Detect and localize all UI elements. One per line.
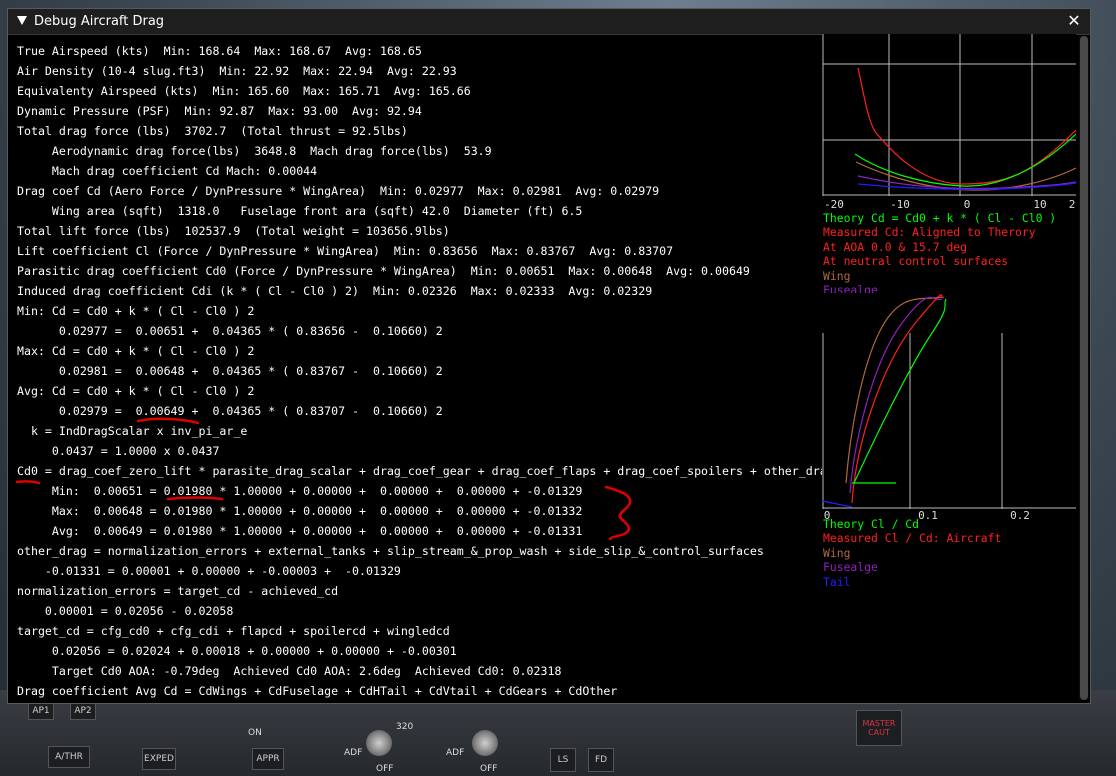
ap1-button[interactable]: AP1 [28,702,54,720]
debug-line: Dynamic Pressure (PSF) Min: 92.87 Max: 9… [17,104,422,118]
debug-line: Total drag force (lbs) 3702.7 (Total thr… [17,124,408,138]
x-tick-label: -10 [890,198,910,210]
debug-line: Max: 0.00648 = 0.01980 * 1.00000 + 0.000… [17,504,583,518]
debug-line: Lift coefficient Cl (Force / DynPressure… [17,244,674,258]
exped-button[interactable]: EXPED [142,748,176,770]
debug-line: Target Cd0 AOA: -0.79deg Achieved Cd0 AO… [17,664,562,678]
debug-line: Min: 0.00651 = 0.01980 * 1.00000 + 0.000… [17,484,583,498]
cd-plot-svg: -20 -10 0 10 2 [822,34,1077,211]
debug-line: Min: Cd = Cd0 + k * ( Cl - Cl0 ) 2 [17,304,255,318]
cockpit-label-off-2: OFF [480,764,498,774]
debug-line: Equivalenty Airspeed (kts) Min: 165.60 M… [17,84,471,98]
x-tick-label: 10 [1033,198,1046,210]
x-tick-label: 2 [1069,198,1076,210]
x-tick-label: 0.1 [918,509,938,519]
debug-line: Drag coefficient Avg Cd = CdWings + CdFu… [17,684,618,698]
debug-line: 0.0437 = 1.0000 x 0.0437 [17,444,220,458]
cockpit-label-on: ON [248,728,262,738]
x-tick-label: 0.2 [1010,509,1030,519]
appr-button[interactable]: APPR [252,748,284,770]
debug-line: Air Density (10-4 slug.ft3) Min: 22.92 M… [17,64,457,78]
x-tick-label: 0 [964,198,971,210]
close-icon[interactable]: ✕ [1066,13,1082,29]
fd-button[interactable]: FD [588,748,614,772]
cockpit-label-off-1: OFF [376,764,394,774]
x-tick-label: -20 [824,198,844,210]
athr-button[interactable]: A/THR [48,746,90,768]
debug-line: 0.00001 = 0.02056 - 0.02058 [17,604,234,618]
cl-plot: 0 0.1 0.2 [821,293,1076,522]
debug-line: other_drag = normalization_errors + exte… [17,544,764,558]
debug-line: Cd0 = drag_coef_zero_lift * parasite_dra… [17,464,834,478]
scrollbar[interactable] [1079,36,1089,700]
debug-line: Mach drag coefficient Cd Mach: 0.00044 [17,164,318,178]
debug-line: Aerodynamic drag force(lbs) 3648.8 Mach … [17,144,492,158]
cockpit-label-adf-1: ADF [344,748,363,758]
collapse-triangle-icon[interactable] [17,16,27,25]
adf-2-knob[interactable] [472,730,498,756]
debug-line: k = IndDragScalar x inv_pi_ar_e [17,424,248,438]
debug-line: target_cd = cfg_cd0 + cfg_cdi + flapcd +… [17,624,450,638]
debug-line: 0.02056 = 0.02024 + 0.00018 + 0.00000 + … [17,644,457,658]
title-bar[interactable]: Debug Aircraft Drag ✕ [8,9,1090,35]
cl-plot-svg: 0 0.1 0.2 [821,294,1076,522]
legend-entry: Theory Cl / Cd [823,517,920,531]
window-title: Debug Aircraft Drag [34,14,165,29]
debug-line: True Airspeed (kts) Min: 168.64 Max: 168… [17,44,422,58]
scroll-thumb[interactable] [1080,36,1088,700]
cockpit-label-320: 320 [396,722,414,732]
debug-line: Wing area (sqft) 1318.0 Fuselage front a… [17,204,583,218]
cd-plot: -20 -10 0 10 2 [822,34,1077,211]
debug-line: 0.02981 = 0.00648 + 0.04365 * ( 0.83767 … [17,364,443,378]
debug-line: Avg: Cd = Cd0 + k * ( Cl - Cl0 ) 2 [17,384,255,398]
legend-entry: Wing [823,268,851,283]
debug-window: Debug Aircraft Drag ✕ True Airspeed (kts… [7,8,1091,704]
adf-1-knob[interactable] [366,730,392,756]
debug-line: -0.01331 = 0.00001 + 0.00000 + -0.00003 … [17,564,401,578]
debug-line: Max: Cd = Cd0 + k * ( Cl - Cl0 ) 2 [17,344,255,358]
debug-line: Total lift force (lbs) 102537.9 (Total w… [17,224,450,238]
legend-entry: Fusealge [823,560,878,575]
legend-entry: At AOA 0.0 & 15.7 deg [823,239,968,254]
legend-entry: Wing [823,545,851,560]
master-caution-button[interactable]: MASTER CAUT [856,710,902,746]
ls-button[interactable]: LS [550,748,576,772]
debug-line: Drag coef Cd (Aero Force / DynPressure *… [17,184,660,198]
legend-entry: Tail [823,574,851,589]
ap2-button[interactable]: AP2 [70,702,96,720]
debug-line: normalization_errors = target_cd - achie… [17,584,339,598]
debug-line: Avg: 0.00649 = 0.01980 * 1.00000 + 0.000… [17,524,583,538]
bracket-mark [604,485,632,541]
legend-entry: At neutral control surfaces [823,254,1009,269]
debug-line: 0.02977 = 0.00651 + 0.04365 * ( 0.83656 … [17,324,443,338]
legend-entry: Measured Cd: Aligned to Therory [823,225,1036,240]
legend-entry: Measured Cl / Cd: Aircraft [823,531,1002,546]
debug-line: Parasitic drag coefficient Cd0 (Force / … [17,264,750,278]
cockpit-label-adf-2: ADF [446,748,465,758]
legend-entry: Theory Cd = Cd0 + k * ( Cl - Cl0 ) [823,211,1057,225]
debug-line: 0.02979 = 0.00649 + 0.04365 * ( 0.83707 … [17,404,443,418]
debug-line: Induced drag coefficient Cdi (k * ( Cl -… [17,284,653,298]
